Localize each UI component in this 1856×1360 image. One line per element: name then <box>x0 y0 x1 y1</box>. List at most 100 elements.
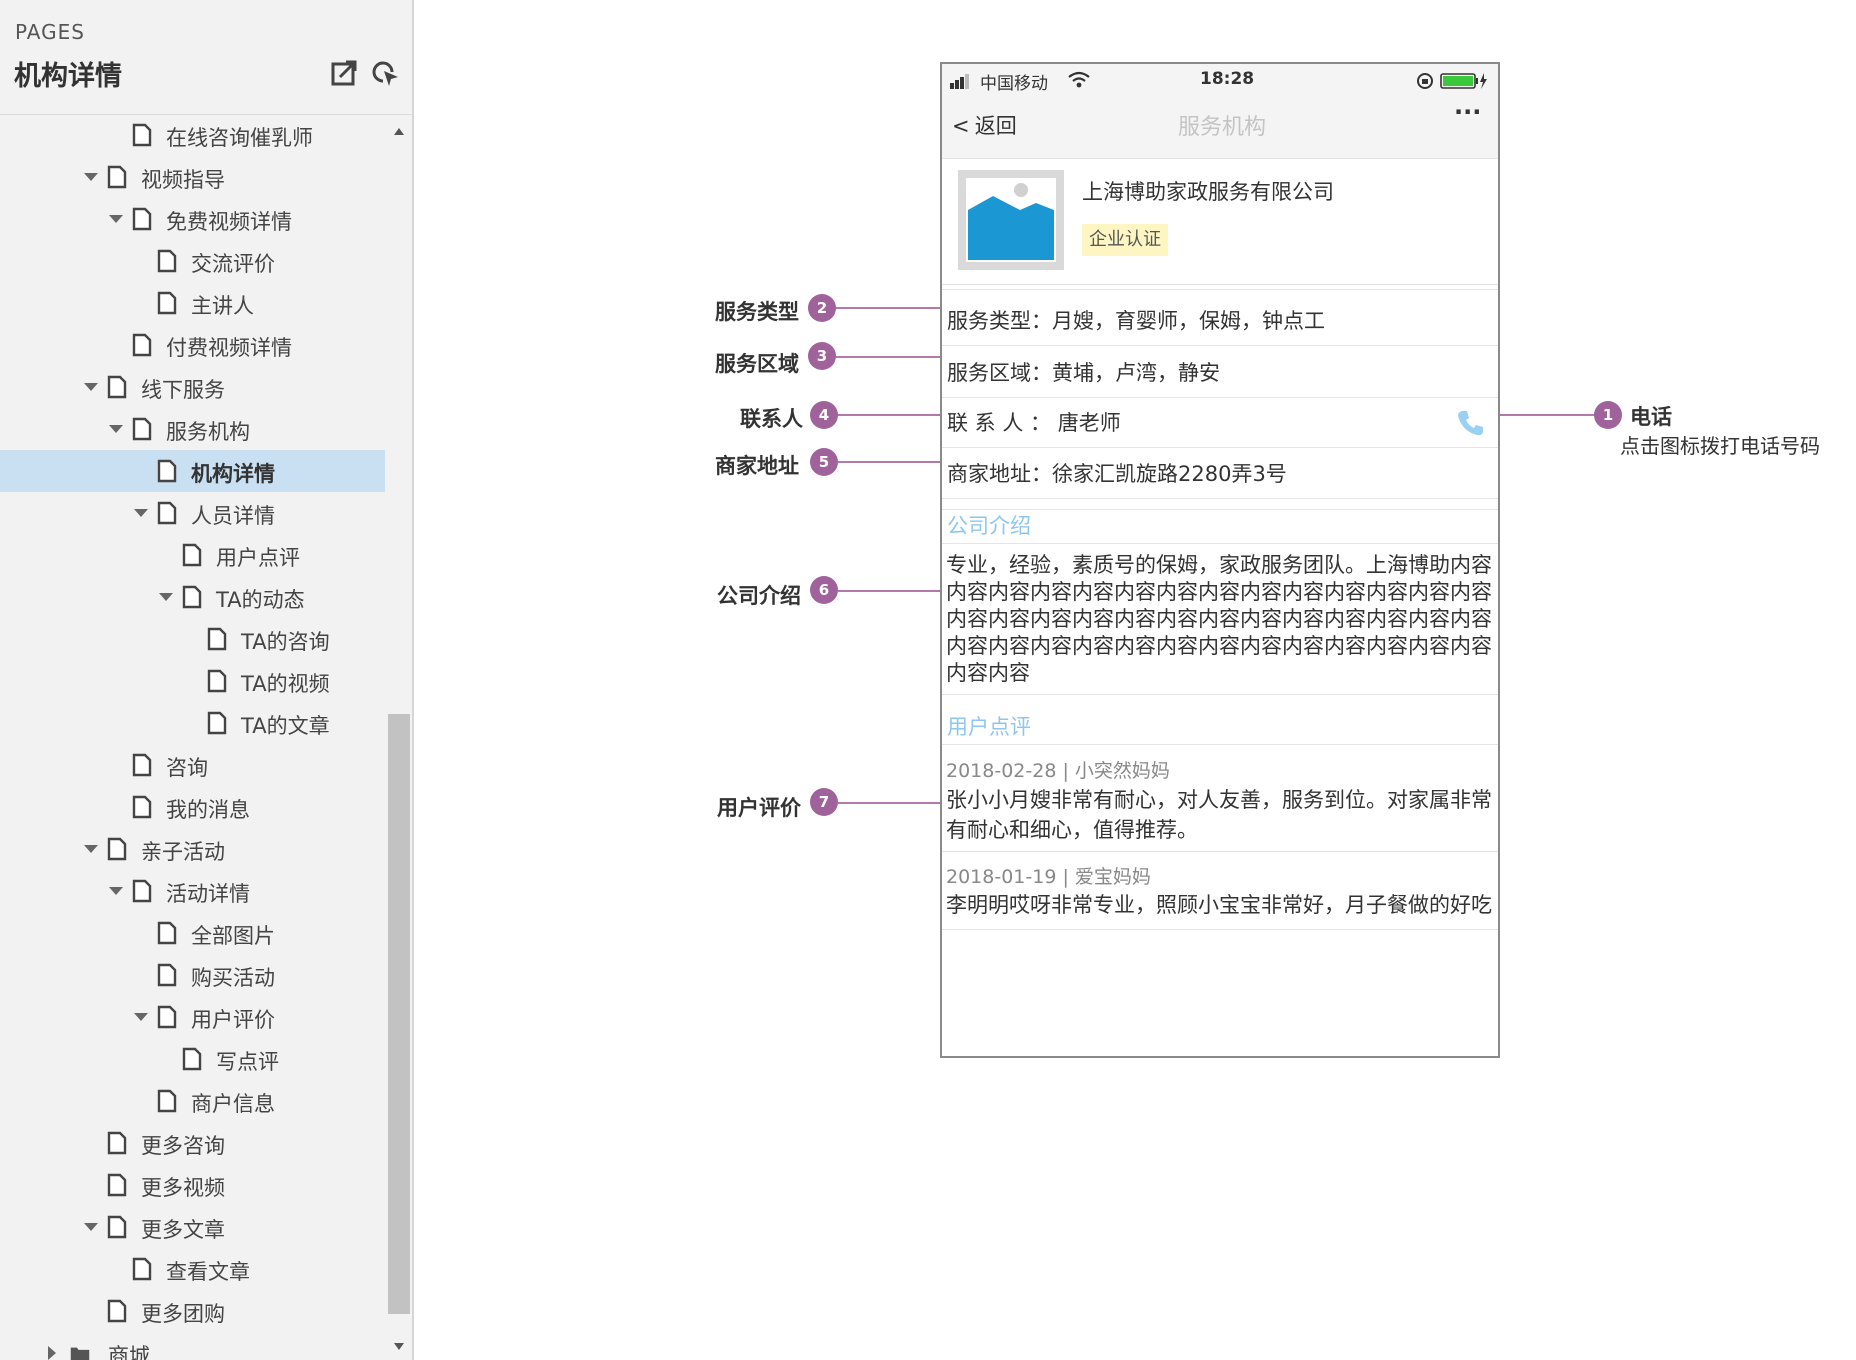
company-name: 上海博助家政服务有限公司 <box>1082 180 1334 204</box>
divider <box>942 744 1498 745</box>
callout-label-service-area: 服务区域 <box>715 352 799 376</box>
pointer-icon[interactable] <box>370 58 400 88</box>
page-icon <box>132 333 152 357</box>
page-icon <box>207 711 227 735</box>
review-meta: 2018-01-19 | 爱宝妈妈 <box>946 862 1151 889</box>
callout-badge-2: 2 <box>808 294 836 322</box>
tree-item-label: TA的动态 <box>216 588 305 612</box>
callout-line-1 <box>1488 414 1596 416</box>
caret-down-icon[interactable] <box>108 421 124 437</box>
tree-item[interactable]: 在线咨询催乳师 <box>0 114 385 156</box>
back-label: 返回 <box>974 114 1017 138</box>
caret-down-icon[interactable] <box>108 211 124 227</box>
phone-icon[interactable] <box>1456 409 1484 437</box>
tree-item[interactable]: 用户评价 <box>0 996 385 1038</box>
tree-item[interactable]: 服务机构 <box>0 408 385 450</box>
caret-down-icon[interactable] <box>158 589 174 605</box>
tree-item[interactable]: 机构详情 <box>0 450 385 492</box>
tree-item[interactable]: 人员详情 <box>0 492 385 534</box>
caret-down-icon[interactable] <box>83 169 99 185</box>
tree-item-label: 商户信息 <box>191 1092 275 1116</box>
divider <box>942 929 1498 930</box>
service-type-row: 服务类型：月嫂，育婴师，保姆，钟点工 <box>942 296 1498 346</box>
tree-item-label: 咨询 <box>166 756 208 780</box>
tree-item-label: 查看文章 <box>166 1260 250 1284</box>
callout-badge-5: 5 <box>810 448 838 476</box>
review-meta: 2018-02-28 | 小突然妈妈 <box>946 756 1170 783</box>
tree-item-label: 用户评价 <box>191 1008 275 1032</box>
tree-item[interactable]: 我的消息 <box>0 786 385 828</box>
tree-item[interactable]: 亲子活动 <box>0 828 385 870</box>
page-tree: 在线咨询催乳师 视频指导 免费视频详情 交流评价主讲人付费视频详情线下服务服务机构机构… <box>0 114 385 1360</box>
tree-item[interactable]: 购买活动 <box>0 954 385 996</box>
tree-item[interactable]: 更多团购 <box>0 1290 385 1332</box>
tree-item[interactable]: 视频指导 <box>0 156 385 198</box>
caret-down-icon[interactable] <box>133 1009 149 1025</box>
tree-item[interactable]: 线下服务 <box>0 366 385 408</box>
tree-item[interactable]: TA的文章 <box>0 702 385 744</box>
callout-line-2 <box>836 307 940 309</box>
tree-item-label: 付费视频详情 <box>166 336 292 360</box>
callout-label-reviews: 用户评价 <box>717 796 801 820</box>
callout-badge-4: 4 <box>810 401 838 429</box>
page-icon <box>132 753 152 777</box>
page-icon <box>107 837 127 861</box>
tree-item[interactable]: 交流评价 <box>0 240 385 282</box>
scroll-down-icon[interactable] <box>393 1342 405 1352</box>
tree-item[interactable]: 写点评 <box>0 1038 385 1080</box>
callout-badge-7: 7 <box>810 788 838 816</box>
caret-down-icon[interactable] <box>83 379 99 395</box>
tree-item-label: 更多视频 <box>141 1176 225 1200</box>
contact-row: 联 系 人 ： 唐老师 <box>942 398 1498 448</box>
scroll-up-icon[interactable] <box>393 126 405 136</box>
tree-item[interactable]: 商城 <box>0 1332 385 1360</box>
more-icon[interactable]: ··· <box>1454 98 1481 126</box>
page-icon <box>107 1299 127 1323</box>
battery-icon <box>1440 73 1487 89</box>
tree-item[interactable]: 主讲人 <box>0 282 385 324</box>
tree-item-label: 更多文章 <box>141 1218 225 1242</box>
tree-item-label: TA的咨询 <box>241 630 330 654</box>
tree-item[interactable]: 咨询 <box>0 744 385 786</box>
caret-down-icon[interactable] <box>83 841 99 857</box>
tree-item[interactable]: 商户信息 <box>0 1080 385 1122</box>
tree-scrollbar[interactable] <box>386 114 412 1360</box>
divider <box>942 543 1498 544</box>
wifi-icon <box>1068 71 1090 88</box>
tree-item[interactable]: TA的视频 <box>0 660 385 702</box>
tree-item[interactable]: 更多咨询 <box>0 1122 385 1164</box>
back-button[interactable]: < 返回 <box>952 110 1017 142</box>
callout-line-6 <box>838 590 940 592</box>
tree-item[interactable]: TA的咨询 <box>0 618 385 660</box>
tree-item[interactable]: 更多文章 <box>0 1206 385 1248</box>
tree-item[interactable]: 免费视频详情 <box>0 198 385 240</box>
tree-item[interactable]: 用户点评 <box>0 534 385 576</box>
caret-down-icon[interactable] <box>133 505 149 521</box>
caret-down-icon[interactable] <box>83 1219 99 1235</box>
review-user: 小突然妈妈 <box>1074 760 1170 782</box>
tree-item[interactable]: 付费视频详情 <box>0 324 385 366</box>
tree-item[interactable]: 更多视频 <box>0 1164 385 1206</box>
callout-label-phone: 电话 <box>1630 405 1672 429</box>
tree-item-label: 更多团购 <box>141 1302 225 1326</box>
caret-down-icon[interactable] <box>108 883 124 899</box>
address-row: 商家地址：徐家汇凯旋路2280弄3号 <box>942 449 1498 499</box>
page-icon <box>107 1173 127 1197</box>
tree-item[interactable]: 全部图片 <box>0 912 385 954</box>
page-icon <box>107 165 127 189</box>
tree-item[interactable]: 活动详情 <box>0 870 385 912</box>
tree-item[interactable]: 查看文章 <box>0 1248 385 1290</box>
review-separator: | <box>1056 866 1075 888</box>
sidebar-header: PAGES 机构详情 <box>0 0 412 115</box>
review-date: 2018-02-28 <box>946 760 1057 782</box>
tree-item-label: 服务机构 <box>166 420 250 444</box>
tree-item-label: 机构详情 <box>191 462 275 486</box>
export-icon[interactable] <box>330 58 360 88</box>
tree-item[interactable]: TA的动态 <box>0 576 385 618</box>
divider <box>942 851 1498 852</box>
scroll-thumb[interactable] <box>388 714 410 1314</box>
tree-item-label: 主讲人 <box>191 294 254 318</box>
review-date: 2018-01-19 <box>946 866 1057 888</box>
caret-right-icon[interactable] <box>44 1345 60 1360</box>
tree-item-label: 商城 <box>108 1344 150 1360</box>
